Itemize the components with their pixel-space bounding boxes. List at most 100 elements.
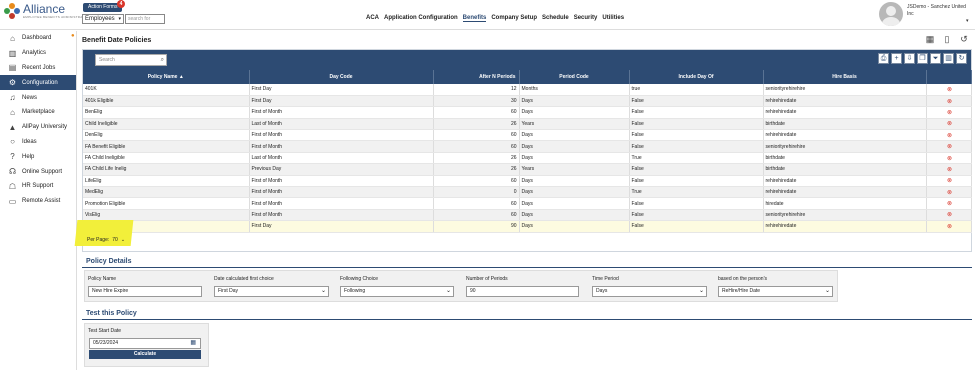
column-hire-basis[interactable]: Hire Basis xyxy=(763,70,927,84)
cell-after-n-periods: 60 xyxy=(433,175,520,188)
copy-icon[interactable]: ❐ xyxy=(917,53,928,64)
sidebar-item-hr-support[interactable]: ☖ HR Support xyxy=(0,179,76,194)
table-row[interactable]: BenElig First of Month 60 Days False rehirehi… xyxy=(83,106,972,119)
cell-hire-basis: rehirehiredate xyxy=(763,186,927,199)
column-policy-name[interactable]: Policy Name ▲ xyxy=(83,70,250,84)
table-row[interactable]: DenElig First of Month 60 Days False rehirehi… xyxy=(83,129,972,142)
cell-hire-basis: seniorityrehirehire xyxy=(763,84,927,96)
nav-application-configuration[interactable]: Application Configuration xyxy=(384,15,458,22)
cell-policy-name: DenElig xyxy=(83,129,250,142)
table-row[interactable]: FA Child Life Inelig Previous Day 26 Years F… xyxy=(83,163,972,176)
sidebar-item-dashboard[interactable]: ⌂ Dashboard xyxy=(0,31,76,46)
cell-after-n-periods: 60 xyxy=(433,140,520,153)
delete-row-icon[interactable]: ⊗ xyxy=(926,129,972,142)
delete-row-icon[interactable]: ⊗ xyxy=(926,106,972,119)
export-icon[interactable]: ⇩ xyxy=(904,53,915,64)
sidebar-item-allpay-university[interactable]: ▲ AllPay University xyxy=(0,120,76,135)
date-first-choice-select[interactable]: First Day ⌄ xyxy=(214,286,329,297)
column-actions xyxy=(926,70,972,84)
sidebar-item-ideas[interactable]: ○ Ideas xyxy=(0,135,76,150)
calculate-button[interactable]: Calculate xyxy=(89,350,201,359)
policy-name-input[interactable]: New Hire Expire xyxy=(88,286,202,297)
nav-utilities[interactable]: Utilities xyxy=(602,15,624,22)
test-start-date-input[interactable]: 05/23/2024 ▦ xyxy=(89,338,201,349)
sidebar-collapse-icon[interactable]: ● xyxy=(71,33,75,39)
delete-row-icon[interactable]: ⊗ xyxy=(926,84,972,96)
recent-jobs-icon: ▤ xyxy=(8,63,17,73)
user-avatar[interactable] xyxy=(879,2,903,26)
lightbulb-icon: ○ xyxy=(10,137,15,147)
delete-row-icon[interactable]: ⊗ xyxy=(926,186,972,199)
sidebar-item-news[interactable]: ♫ News xyxy=(0,90,76,105)
column-include-day-of[interactable]: Include Day Of xyxy=(629,70,764,84)
column-day-code[interactable]: Day Code xyxy=(249,70,434,84)
add-icon[interactable]: + xyxy=(891,53,902,64)
nav-company-setup[interactable]: Company Setup xyxy=(491,15,537,22)
cell-period-code: Days xyxy=(519,129,630,142)
table-row[interactable]: FA Child Ineligible Last of Month 26 Days Tr… xyxy=(83,152,972,165)
table-row[interactable]: MedElig First of Month 0 Days True rehirehire… xyxy=(83,186,972,199)
following-choice-select[interactable]: Following ⌄ xyxy=(340,286,454,297)
employees-select-value: Employees xyxy=(85,16,115,22)
table-row[interactable]: 401k Eligible First Day 30 Days False rehireh… xyxy=(83,95,972,108)
employees-select[interactable]: Employees ▾ xyxy=(82,14,124,24)
time-period-select[interactable]: Days ⌄ xyxy=(592,286,707,297)
delete-row-icon[interactable]: ⊗ xyxy=(926,163,972,176)
table-row[interactable]: New Hire ExpireFirst Day90DaysFalserehir… xyxy=(83,220,972,233)
table-row[interactable]: LifeElig First of Month 60 Days False rehireh… xyxy=(83,175,972,188)
sidebar-item-remote-assist[interactable]: ▭ Remote Assist xyxy=(0,194,76,209)
cell-policy-name: FA Benefit Eligible xyxy=(83,140,250,153)
grid-view-icon[interactable]: ▦ xyxy=(925,34,935,45)
sidebar-item-help[interactable]: ? Help xyxy=(0,149,76,164)
number-of-periods-input[interactable]: 90 xyxy=(466,286,579,297)
table-row[interactable]: Promotion Eligible First of Month 60 Days Fa… xyxy=(83,197,972,210)
cell-day-code: First of Month xyxy=(249,175,434,188)
user-menu-chevron-icon[interactable]: ▾ xyxy=(966,18,969,24)
cell-hire-basis: rehirehiredate xyxy=(763,129,927,142)
delete-row-icon[interactable]: ⊗ xyxy=(926,95,972,108)
delete-row-icon[interactable]: ⊗ xyxy=(926,197,972,210)
calendar-icon[interactable]: ▦ xyxy=(190,339,196,348)
table-row[interactable]: FA Benefit Eligible First of Month 60 Days F… xyxy=(83,140,972,153)
grid-search-input[interactable]: Search ⌕ xyxy=(95,54,167,66)
cell-day-code: First of Month xyxy=(249,186,434,199)
table-row[interactable]: 401K First Day 12 Months true seniorityrehire… xyxy=(83,84,972,96)
cell-after-n-periods: 90 xyxy=(433,220,520,233)
delete-row-icon[interactable]: ⊗ xyxy=(926,220,972,233)
delete-row-icon[interactable]: ⊗ xyxy=(926,118,972,131)
sidebar-item-recent-jobs[interactable]: ▤ Recent Jobs xyxy=(0,61,76,76)
delete-row-icon[interactable]: ⊗ xyxy=(926,175,972,188)
cell-include-day-of: False xyxy=(629,95,764,108)
delete-row-icon[interactable]: ⊗ xyxy=(926,140,972,153)
column-after-n-periods[interactable]: After N Periods xyxy=(433,70,520,84)
columns-icon[interactable]: ▥ xyxy=(943,53,954,64)
sidebar-item-analytics[interactable]: ▥ Analytics xyxy=(0,46,76,61)
user-name[interactable]: JSDemo - Sanchez United Inc xyxy=(907,4,973,18)
print-icon[interactable]: ⎙ xyxy=(878,53,889,64)
nav-security[interactable]: Security xyxy=(574,15,598,22)
table-row[interactable]: Child Ineligible Last of Month 26 Years Fals… xyxy=(83,118,972,131)
search-icon[interactable]: ⌕ xyxy=(161,55,164,65)
based-on-select[interactable]: ReHire/Hire Date ⌄ xyxy=(718,286,833,297)
cell-policy-name: VisElig xyxy=(83,209,250,222)
alliance-logo[interactable]: Alliance EMPLOYEE BENEFITS ADMINISTRATIO… xyxy=(4,3,91,19)
refresh-icon[interactable]: ↻ xyxy=(956,53,967,64)
sidebar-item-marketplace[interactable]: ⌂ Marketplace xyxy=(0,105,76,120)
sidebar-item-configuration[interactable]: ⚙ Configuration xyxy=(0,75,76,91)
per-page-select[interactable]: Per Page: 70 ⌄ xyxy=(87,237,125,243)
main-nav: ACA Application Configuration Benefits C… xyxy=(366,15,629,22)
configuration-icon: ⚙ xyxy=(8,78,17,88)
nav-benefits[interactable]: Benefits xyxy=(462,15,487,22)
document-icon[interactable]: ▯ xyxy=(942,34,952,45)
table-row[interactable]: VisElig First of Month 60 Days False seniorit… xyxy=(83,209,972,222)
analytics-icon: ▥ xyxy=(8,48,17,58)
nav-schedule[interactable]: Schedule xyxy=(542,15,569,22)
history-icon[interactable]: ↺ xyxy=(959,34,969,45)
nav-aca[interactable]: ACA xyxy=(366,15,379,22)
sidebar-item-online-support[interactable]: ☊ Online Support xyxy=(0,164,76,179)
delete-row-icon[interactable]: ⊗ xyxy=(926,152,972,165)
filter-icon[interactable]: ⏷ xyxy=(930,53,941,64)
employee-search-input[interactable]: search for xyxy=(125,14,165,24)
delete-row-icon[interactable]: ⊗ xyxy=(926,209,972,222)
column-period-code[interactable]: Period Code xyxy=(519,70,630,84)
